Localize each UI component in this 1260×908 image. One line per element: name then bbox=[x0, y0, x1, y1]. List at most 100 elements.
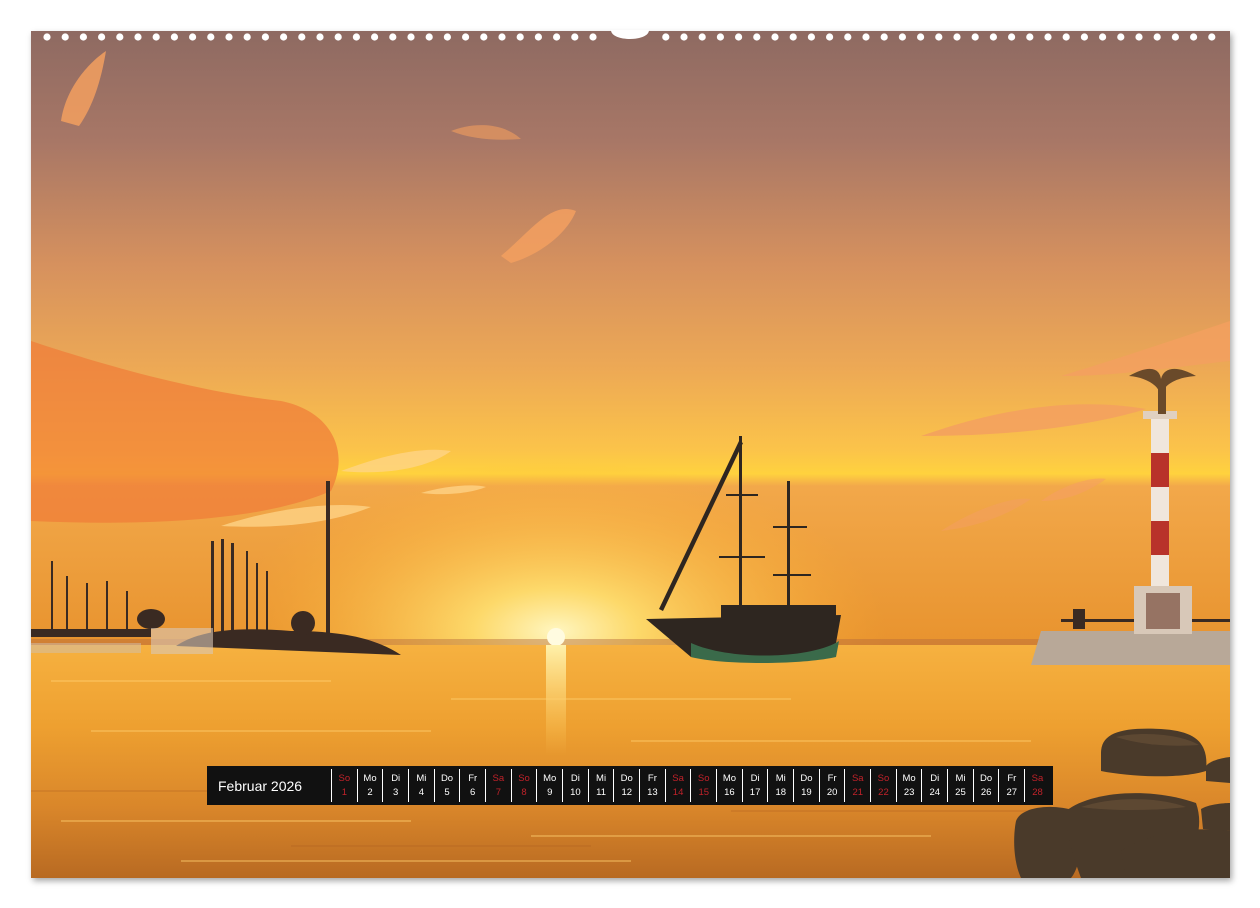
calendar-day-date: 6 bbox=[470, 786, 476, 798]
calendar-day: So 15 bbox=[690, 769, 716, 802]
calendar-day-name: So bbox=[877, 772, 890, 784]
calendar-day-name: Do bbox=[440, 772, 454, 784]
binding-hole bbox=[98, 33, 106, 41]
calendar-day-name: Di bbox=[750, 772, 760, 784]
calendar-day-date: 25 bbox=[955, 786, 966, 798]
calendar-day: Fr 20 bbox=[818, 769, 845, 802]
calendar-day: Di 10 bbox=[562, 769, 588, 802]
binding-hole bbox=[771, 33, 779, 41]
calendar-day: Mi 11 bbox=[587, 769, 614, 802]
calendar-day-date: 12 bbox=[621, 786, 633, 798]
calendar-day: Do 26 bbox=[972, 769, 999, 802]
calendar-day-name: Di bbox=[570, 772, 580, 784]
binding-hole bbox=[1026, 33, 1034, 41]
spiral-binding bbox=[0, 30, 1260, 44]
calendar-day-name: Di bbox=[930, 772, 940, 784]
calendar-day: So 8 bbox=[510, 769, 537, 802]
binding-hole bbox=[389, 33, 397, 41]
binding-hole bbox=[898, 33, 907, 41]
calendar-day-list: So 1 Mo 2 Di 3 Mi 4 Do 5 Fr 6 Sa 7 So 8 Mo 9 Di 10 Mi 11 Do 12 F… bbox=[331, 766, 1053, 805]
calendar-day-date: 27 bbox=[1006, 786, 1018, 798]
binding-hole bbox=[170, 33, 178, 41]
calendar-day-name: Fr bbox=[827, 772, 837, 784]
calendar-day-name: Mi bbox=[955, 772, 966, 784]
binding-hole bbox=[989, 33, 998, 41]
binding-hole bbox=[352, 33, 360, 41]
binding-hole bbox=[280, 33, 288, 41]
binding-hole bbox=[298, 33, 306, 41]
calendar-day-name: Di bbox=[391, 772, 401, 784]
binding-hole bbox=[680, 33, 688, 41]
calendar-day-name: Fr bbox=[1007, 772, 1017, 784]
binding-hole bbox=[261, 33, 269, 41]
binding-hole bbox=[735, 33, 743, 41]
calendar-day: Mo 23 bbox=[895, 769, 922, 802]
binding-hole bbox=[753, 33, 761, 41]
calendar-day-date: 19 bbox=[801, 786, 812, 798]
binding-hole bbox=[571, 33, 579, 41]
binding-hole bbox=[371, 33, 379, 41]
binding-hole bbox=[716, 33, 725, 41]
calendar-day-name: So bbox=[338, 772, 351, 784]
calendar-day: Sa 7 bbox=[485, 769, 511, 802]
calendar-day-date: 28 bbox=[1032, 786, 1043, 798]
calendar-day: Sa 21 bbox=[844, 769, 870, 802]
calendar-day: Mo 16 bbox=[716, 769, 742, 802]
binding-hole bbox=[207, 33, 215, 41]
binding-hole bbox=[480, 33, 488, 41]
calendar-day-name: Mi bbox=[416, 772, 427, 784]
calendar-day-date: 9 bbox=[547, 786, 553, 798]
binding-hole bbox=[1080, 33, 1088, 41]
calendar-day-date: 18 bbox=[775, 786, 787, 798]
binding-hole bbox=[698, 33, 706, 41]
calendar-day: Do 5 bbox=[433, 769, 460, 802]
calendar-day: Mi 25 bbox=[947, 769, 973, 802]
binding-hole bbox=[243, 33, 251, 41]
calendar-day: So 1 bbox=[331, 769, 357, 802]
calendar-day-name: Mo bbox=[722, 772, 737, 784]
calendar-day-date: 22 bbox=[878, 786, 889, 798]
calendar-day-date: 16 bbox=[724, 786, 735, 798]
calendar-day: Do 12 bbox=[613, 769, 639, 802]
binding-hole bbox=[116, 33, 124, 41]
binding-hole bbox=[1044, 33, 1052, 41]
calendar-day-date: 24 bbox=[929, 786, 941, 798]
calendar-day-date: 20 bbox=[826, 786, 838, 798]
hanger-hook bbox=[611, 30, 649, 39]
calendar-day-name: Do bbox=[620, 772, 633, 784]
calendar-day-name: Sa bbox=[672, 772, 684, 784]
binding-hole bbox=[189, 33, 197, 41]
calendar-day-date: 11 bbox=[596, 786, 606, 798]
calendar-day-name: Do bbox=[980, 772, 993, 784]
calendar-day-date: 8 bbox=[521, 786, 527, 798]
calendar-day-name: Mi bbox=[775, 772, 786, 784]
calendar-day-name: Sa bbox=[851, 772, 864, 784]
calendar-day-date: 17 bbox=[749, 786, 761, 798]
calendar-day-date: 13 bbox=[647, 786, 658, 798]
calendar-day: Di 24 bbox=[921, 769, 947, 802]
binding-hole bbox=[953, 33, 961, 41]
calendar-day-name: So bbox=[518, 772, 530, 784]
calendar-day: Do 19 bbox=[793, 769, 819, 802]
binding-hole bbox=[880, 33, 888, 41]
binding-hole bbox=[1008, 33, 1016, 41]
calendar-day-name: Mo bbox=[543, 772, 557, 784]
binding-hole bbox=[498, 33, 506, 41]
binding-hole bbox=[334, 33, 342, 41]
binding-hole bbox=[589, 33, 597, 41]
calendar-day: Mi 4 bbox=[408, 769, 434, 802]
binding-hole bbox=[79, 33, 87, 41]
sunset-harbor-photo bbox=[31, 31, 1230, 878]
calendar-day-date: 23 bbox=[903, 786, 915, 798]
calendar-day-date: 2 bbox=[367, 786, 373, 798]
binding-hole bbox=[534, 33, 543, 41]
binding-hole bbox=[971, 33, 979, 41]
calendar-day-date: 15 bbox=[698, 786, 710, 798]
calendar-day-name: Mi bbox=[596, 772, 607, 784]
calendar-day: Fr 13 bbox=[639, 769, 665, 802]
binding-hole bbox=[152, 33, 160, 41]
binding-hole bbox=[807, 33, 816, 41]
binding-hole bbox=[1153, 33, 1161, 41]
calendar-day-date: 21 bbox=[852, 786, 864, 798]
binding-hole bbox=[662, 33, 670, 41]
